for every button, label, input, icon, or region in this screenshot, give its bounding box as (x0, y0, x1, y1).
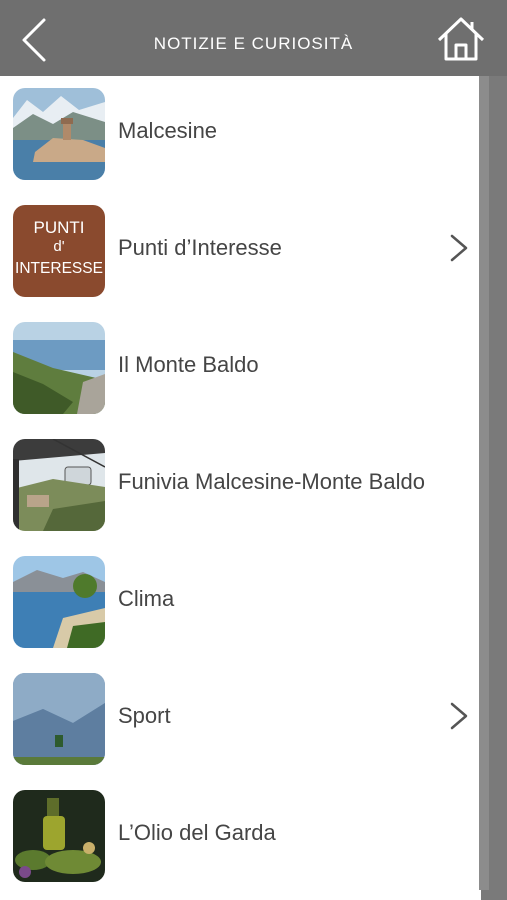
list-item-sport[interactable]: Sport (0, 661, 481, 778)
news-list: Malcesine PUNTI d' INTERESSE Punti d’Int… (0, 76, 481, 900)
top-bar: NOTIZIE E CURIOSITÀ (0, 0, 507, 76)
thumb-text-line2: d' (53, 238, 64, 255)
home-button[interactable] (436, 16, 486, 62)
list-item-label: Funivia Malcesine-Monte Baldo (118, 469, 425, 494)
list-item-label: Sport (118, 703, 171, 728)
chevron-right-icon (450, 234, 468, 262)
list-item-malcesine[interactable]: Malcesine (0, 76, 481, 193)
thumb-text-line1: PUNTI (34, 218, 85, 237)
list-item-punti-interesse[interactable]: PUNTI d' INTERESSE Punti d’Interesse (0, 193, 481, 310)
thumb-text-line3: INTERESSE (15, 260, 103, 277)
funivia-thumbnail (13, 439, 105, 531)
sport-thumbnail (13, 673, 105, 765)
home-icon (437, 17, 485, 61)
list-item-label: Punti d’Interesse (118, 235, 282, 260)
monte-baldo-thumbnail (13, 322, 105, 414)
malcesine-thumbnail (13, 88, 105, 180)
olio-thumbnail (13, 790, 105, 882)
punti-interesse-thumbnail: PUNTI d' INTERESSE (13, 205, 105, 297)
list-item-label: Clima (118, 586, 175, 611)
list-item-funivia[interactable]: Funivia Malcesine-Monte Baldo (0, 427, 481, 544)
list-item-clima[interactable]: Clima (0, 544, 481, 661)
list-item-label: L’Olio del Garda (118, 820, 276, 845)
clima-thumbnail (13, 556, 105, 648)
list-item-label: Il Monte Baldo (118, 352, 259, 377)
list-item-label: Malcesine (118, 118, 218, 143)
scrollbar-thumb[interactable] (479, 76, 489, 890)
page-title: NOTIZIE E CURIOSITÀ (153, 34, 354, 53)
chevron-right-icon (450, 702, 468, 730)
list-item-olio[interactable]: L’Olio del Garda (0, 778, 481, 895)
list-item-monte-baldo[interactable]: Il Monte Baldo (0, 310, 481, 427)
